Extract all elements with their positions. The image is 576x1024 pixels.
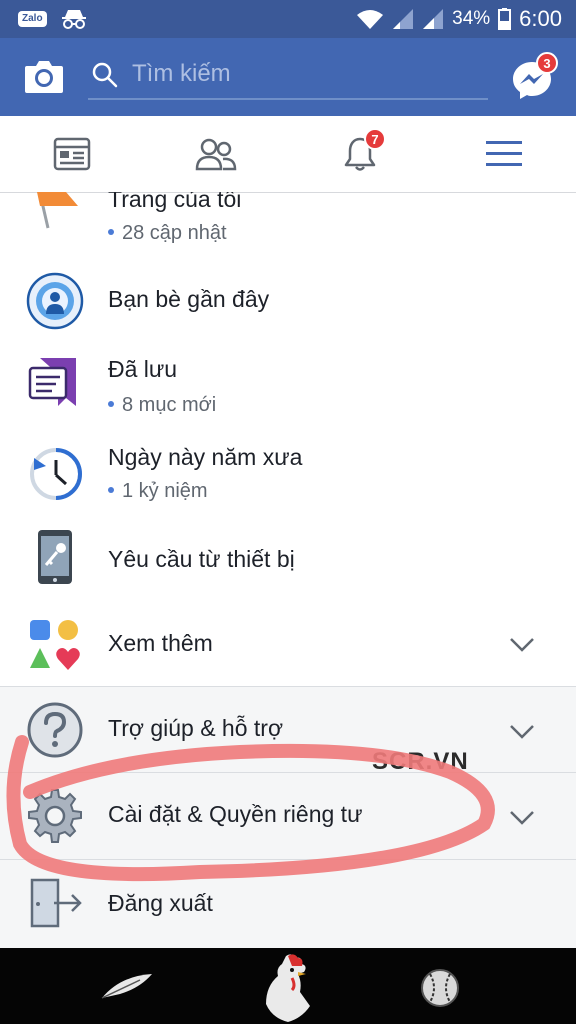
chevron-down-icon[interactable] [508,803,536,831]
wifi-icon [357,10,384,29]
bottom-dock [0,948,576,1024]
messenger-badge: 3 [536,52,558,74]
menu-item-subtitle: 28 cập nhật [108,222,227,245]
menu-item-title: Bạn bè gần đây [108,286,270,312]
menu-item-my-pages[interactable]: Trang của tôi 28 cập nhật [0,192,576,258]
hamburger-menu-icon [486,141,522,166]
zalo-notification-icon: Zalo [18,11,47,27]
see-more-shapes-icon [30,620,80,670]
nearby-friends-icon [26,272,84,330]
menu-item-device-requests[interactable]: Yêu cầu từ thiết bị [0,518,576,602]
chevron-down-icon[interactable] [508,717,536,745]
menu-item-title: Đăng xuất [108,890,213,916]
menu-item-subtitle: 8 mục mới [108,394,216,417]
menu-list: Trang của tôi 28 cập nhật Bạn bè gần đây… [0,192,576,948]
menu-item-title: Trang của tôi [108,192,242,212]
menu-item-title: Đã lưu [108,356,178,382]
search-icon [92,62,118,88]
rooster-icon[interactable] [252,952,324,1024]
menu-item-title: Xem thêm [108,630,213,656]
notifications-badge: 7 [364,128,386,150]
search-bar[interactable] [88,52,488,100]
menu-item-nearby-friends[interactable]: Bạn bè gần đây [0,264,576,340]
messenger-button[interactable]: 3 [510,52,560,102]
memories-clock-icon [30,448,83,500]
flag-icon [37,192,78,229]
menu-item-title: Ngày này năm xưa [108,444,303,470]
feather-icon[interactable] [100,972,154,1002]
menu-item-on-this-day[interactable]: Ngày này năm xưa 1 kỷ niệm [0,432,576,518]
annotation-circle [6,735,495,882]
baseball-icon[interactable] [420,968,460,1008]
device-key-icon [38,530,72,584]
status-bar: Zalo 34% 6:00 [0,0,576,38]
tab-bar: 7 [0,116,576,193]
signal-icon-2 [423,9,444,29]
tab-news-feed[interactable] [0,116,144,192]
tab-friend-requests[interactable] [144,116,288,192]
news-feed-icon [53,137,91,171]
menu-item-saved[interactable]: Đã lưu 8 mục mới [0,340,576,432]
menu-item-see-more[interactable]: Xem thêm [0,602,576,686]
facebook-top-bar: 3 [0,38,576,116]
signal-icon-1 [393,9,414,29]
menu-item-title: Yêu cầu từ thiết bị [108,546,295,572]
camera-icon[interactable] [24,58,64,94]
chevron-down-icon[interactable] [508,630,536,658]
saved-bookmark-icon [28,358,76,406]
battery-icon [498,8,512,30]
friends-icon [195,138,237,171]
search-input[interactable] [130,58,474,90]
clock: 6:00 [519,6,562,31]
tab-menu[interactable] [432,116,576,192]
tab-notifications[interactable]: 7 [288,116,432,192]
battery-percent: 34% [452,8,491,29]
menu-item-subtitle: 1 kỷ niệm [108,480,208,503]
incognito-icon [61,10,86,29]
